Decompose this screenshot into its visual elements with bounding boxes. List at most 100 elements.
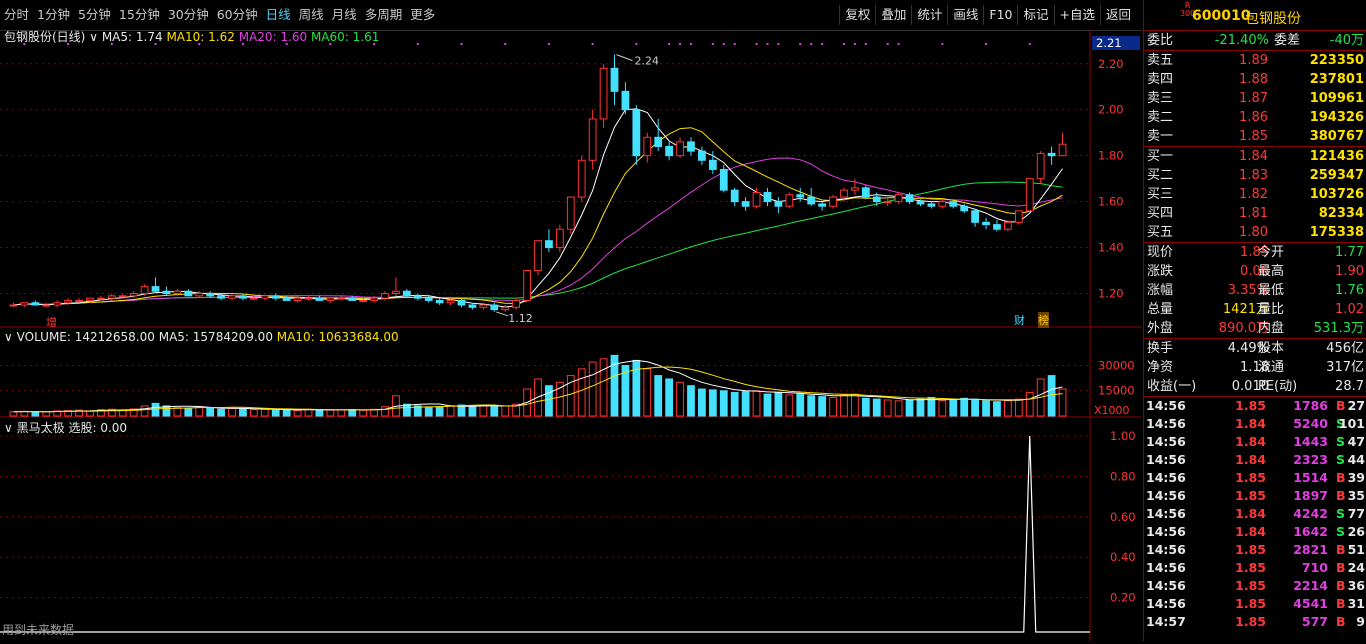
- period-tab[interactable]: 月线: [328, 6, 361, 24]
- candle-body: [545, 240, 553, 249]
- main-legend-title: 包钢股份(日线): [4, 30, 86, 44]
- candle-body: [512, 299, 521, 308]
- candle-body: [719, 168, 728, 191]
- volume-bar: [960, 397, 969, 417]
- tool-button[interactable]: 复权: [839, 5, 875, 25]
- period-tab[interactable]: 日线: [262, 6, 295, 24]
- candle-body: [107, 295, 116, 299]
- period-tab[interactable]: 更多: [406, 6, 439, 24]
- buy-level: 买二 1.83 259347: [1147, 168, 1364, 183]
- period-tab[interactable]: 30分钟: [164, 6, 213, 24]
- candle-body: [315, 297, 324, 301]
- candle-body: [479, 304, 488, 308]
- quote-panel: R 300 600010 包钢股份 委比 -21.40% 委差 -40万 卖五 1.…: [1143, 0, 1366, 641]
- period-tab[interactable]: 15分钟: [115, 6, 164, 24]
- signal-dot: [842, 43, 845, 45]
- ma20-line: [13, 157, 1063, 306]
- candle-body: [173, 290, 182, 295]
- volume-bar: [730, 391, 739, 417]
- volume-bar: [905, 399, 914, 417]
- candle-body: [42, 304, 51, 307]
- volume-bar: [949, 399, 958, 417]
- period-tab[interactable]: 60分钟: [213, 6, 262, 24]
- volume-legend-title: VOLUME: 14212658.00: [16, 330, 155, 344]
- sell-level: 卖五 1.89 223350: [1147, 53, 1364, 68]
- candle-body: [1036, 152, 1045, 180]
- price-tick: 1.80: [1098, 149, 1124, 163]
- volume-bar: [195, 406, 204, 417]
- tick-row: 14:56 1.85 1897 B 35: [1146, 488, 1365, 503]
- tool-button[interactable]: F10: [983, 5, 1017, 25]
- volume-bar: [982, 400, 990, 417]
- tool-button[interactable]: 标记: [1017, 5, 1053, 25]
- candle-body: [927, 203, 936, 207]
- collapse-icon[interactable]: ∨: [4, 330, 13, 344]
- candle-body: [851, 187, 859, 191]
- signal-dot: [766, 43, 769, 45]
- candle-body: [840, 189, 848, 198]
- price-tick: 1.20: [1098, 287, 1124, 301]
- period-tab[interactable]: 周线: [295, 6, 328, 24]
- volume-bar: [708, 389, 717, 417]
- weibi-row: 委比 -21.40% 委差 -40万: [1147, 33, 1364, 48]
- signal-dot: [985, 43, 988, 45]
- fund-row: 换手 4.49% 股本 456亿: [1147, 341, 1364, 356]
- candle-body: [206, 293, 215, 297]
- candle-body: [271, 295, 280, 299]
- candle-body: [228, 295, 236, 299]
- volume-bar: [271, 409, 280, 417]
- vol-ma5-legend: MA5: 15784209.00: [158, 330, 273, 344]
- ma10-line: [13, 127, 1063, 306]
- bang-marker[interactable]: 榜: [1038, 312, 1049, 328]
- candle-body: [468, 304, 477, 308]
- sell-level: 卖四 1.88 237801: [1147, 72, 1364, 87]
- candle-body: [807, 196, 816, 205]
- period-tab[interactable]: 5分钟: [74, 6, 115, 24]
- main-legend: 包钢股份(日线) ∨ MA5: 1.74 MA10: 1.62 MA20: 1.…: [4, 28, 379, 45]
- zeng-marker[interactable]: 增: [46, 314, 57, 330]
- cai-marker[interactable]: 财: [1014, 312, 1025, 328]
- period-tab[interactable]: 分时: [0, 6, 33, 24]
- candle-body: [249, 297, 258, 300]
- collapse-icon[interactable]: ∨: [4, 421, 13, 435]
- candle-body: [796, 194, 805, 198]
- signal-dot: [886, 43, 889, 45]
- candle-body: [621, 90, 630, 111]
- candle-body: [326, 297, 335, 301]
- tick-row: 14:56 1.84 5240 S 101: [1146, 416, 1365, 431]
- candle-body: [195, 293, 204, 297]
- period-tab[interactable]: 1分钟: [33, 6, 74, 24]
- tick-row: 14:56 1.84 4242 S 77: [1146, 506, 1365, 521]
- signal-dot: [799, 43, 802, 45]
- signal-dot: [668, 43, 671, 45]
- candle-body: [337, 297, 346, 300]
- volume-bar: [698, 388, 706, 417]
- indicator-line: [0, 435, 1090, 633]
- fund-row: 收益(一) 0.010 PE(动) 28.7: [1147, 379, 1364, 394]
- tick-row: 14:56 1.84 1443 S 47: [1146, 434, 1365, 449]
- volume-bar: [151, 402, 160, 417]
- candle-body: [424, 297, 433, 301]
- tick-row: 14:56 1.84 1642 S 26: [1146, 524, 1365, 539]
- collapse-icon[interactable]: ∨: [89, 30, 98, 44]
- candle-body: [861, 187, 870, 198]
- ma20-legend: MA20: 1.60: [238, 30, 308, 44]
- volume-legend: ∨ VOLUME: 14212658.00 MA5: 15784209.00 M…: [4, 330, 399, 344]
- period-tab[interactable]: 多周期: [361, 6, 407, 24]
- tool-button[interactable]: +自选: [1053, 5, 1100, 25]
- tool-button[interactable]: 返回: [1099, 5, 1136, 25]
- candle-body: [9, 304, 18, 307]
- tool-button[interactable]: 统计: [911, 5, 947, 25]
- tool-button[interactable]: 叠加: [875, 5, 911, 25]
- candle-body: [1025, 178, 1034, 212]
- volume-bar: [894, 400, 903, 417]
- volume-bar: [883, 399, 892, 417]
- volume-bar: [851, 393, 859, 417]
- tool-button[interactable]: 画线: [947, 5, 983, 25]
- candle-body: [392, 290, 400, 295]
- candle-body: [501, 306, 510, 311]
- candle-body: [829, 196, 837, 207]
- kline-chart-area[interactable]: 2.20 2.00 1.80 1.60 1.40 1.20 2.21 2.24 1.12 3000…: [0, 30, 1142, 641]
- signal-dot: [1028, 43, 1031, 45]
- volume-bar: [1014, 398, 1023, 417]
